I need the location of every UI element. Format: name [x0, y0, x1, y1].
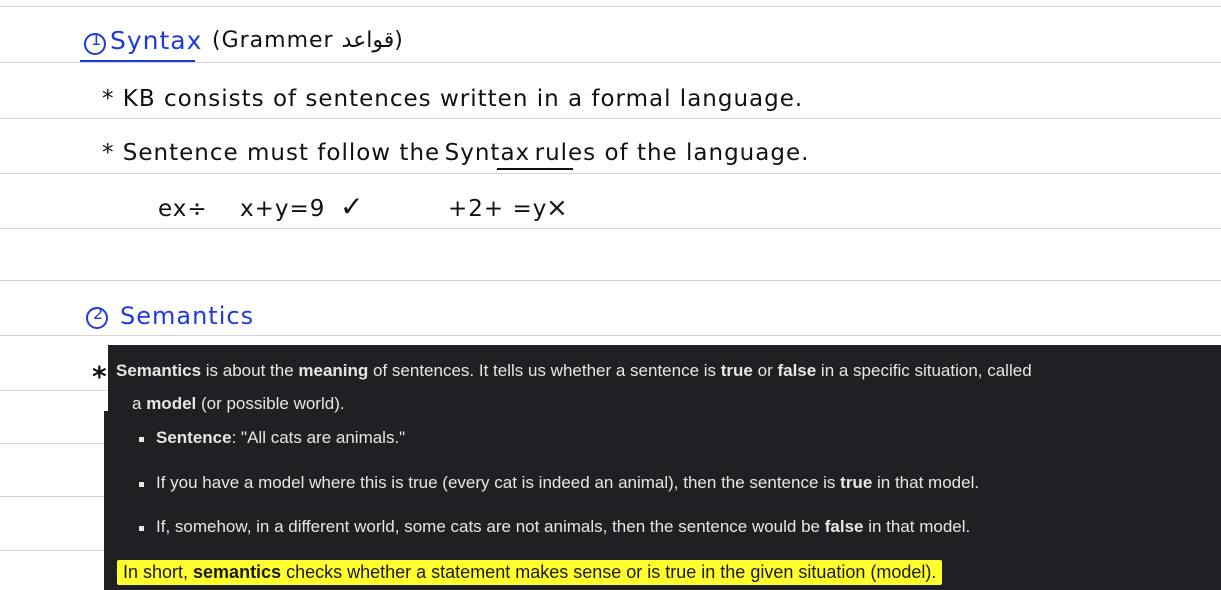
semantics-definition-line1: Semantics is about the meaning of senten… — [116, 361, 1032, 381]
text: If, somehow, in a different world, some … — [156, 517, 825, 536]
bullet-model-false: If, somehow, in a different world, some … — [156, 517, 970, 537]
rule-line — [0, 335, 1221, 336]
rule-line — [0, 62, 1221, 63]
example-valid: x+y=9 — [240, 196, 326, 222]
term-true-2: true — [840, 473, 873, 492]
term-semantics-summary: semantics — [193, 562, 282, 582]
rule-line — [0, 228, 1221, 229]
term-meaning: meaning — [298, 361, 369, 380]
term-model: model — [146, 394, 197, 413]
text: In short, — [123, 562, 194, 582]
syntax-word-underline — [497, 168, 573, 170]
section1-underline — [80, 60, 195, 62]
bullet-icon — [139, 526, 144, 531]
note-line-syntax-rules: * Sentence must follow the Syntax rules … — [102, 140, 809, 166]
checkmark-icon: ✓ — [340, 190, 365, 223]
term-false-2: false — [824, 517, 864, 536]
semantics-definition-line2: a model (or possible world). — [132, 394, 345, 414]
text: : "All cats are animals." — [231, 428, 406, 447]
section1-subtitle: (Grammer قواعد) — [212, 28, 404, 53]
rule-line — [0, 280, 1221, 281]
bullet-model-true: If you have a model where this is true (… — [156, 473, 979, 493]
label-sentence: Sentence — [156, 428, 232, 447]
text: in that model. — [863, 517, 971, 536]
section2-number: 2 — [93, 304, 105, 323]
term-false: false — [777, 361, 817, 380]
text: in a specific situation, called — [816, 361, 1032, 380]
bullet-icon — [139, 482, 144, 487]
rule-line — [0, 6, 1221, 7]
example-invalid: +2+ =y — [448, 196, 548, 222]
term-semantics: Semantics — [116, 361, 202, 380]
section1-title: Syntax — [110, 26, 203, 55]
section1-number: 1 — [91, 30, 103, 49]
cross-mark-icon: × — [546, 193, 569, 223]
text: in that model. — [872, 473, 980, 492]
text: is about the — [201, 361, 299, 380]
text: checks whether a statement makes sense o… — [281, 562, 937, 582]
section2-title: Semantics — [120, 302, 255, 330]
text: (or possible world). — [196, 394, 345, 413]
bullet-sentence: Sentence: "All cats are animals." — [156, 428, 405, 448]
bullet-icon — [139, 437, 144, 442]
text: a — [132, 394, 147, 413]
note-line2-syntax: Syntax — [444, 140, 531, 166]
note-line2-end: rules of the language. — [534, 140, 810, 166]
rule-line — [0, 118, 1221, 119]
note-line-kb: * KB consists of sentences written in a … — [102, 86, 804, 112]
summary-highlight: In short, semantics checks whether a sta… — [117, 560, 943, 585]
term-true: true — [720, 361, 753, 380]
text: of sentences. It tells us whether a sent… — [368, 361, 721, 380]
text: If you have a model where this is true (… — [156, 473, 841, 492]
rule-line — [0, 173, 1221, 174]
section2-star: * — [92, 360, 108, 393]
text: or — [752, 361, 778, 380]
example-label: ex÷ — [158, 196, 208, 222]
note-line2-start: * Sentence must follow the — [102, 140, 441, 166]
